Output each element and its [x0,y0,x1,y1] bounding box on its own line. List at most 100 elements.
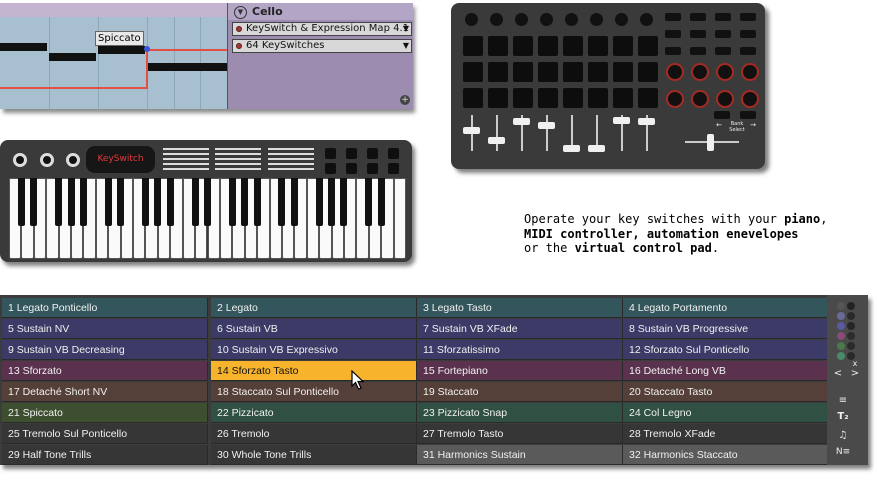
black-key[interactable] [377,178,385,226]
keyswitch-cell[interactable]: 27 Tremolo Tasto [417,424,623,444]
small-button[interactable] [665,13,681,21]
pad-button[interactable] [513,88,533,108]
pad-button[interactable] [488,88,508,108]
pad-button[interactable] [588,62,608,82]
keyswitch-cell[interactable]: 10 Sustain VB Expressivo [211,340,417,360]
color-swatch[interactable] [837,312,845,320]
drum-pad[interactable] [388,148,399,159]
encoder-knob[interactable] [716,63,734,81]
color-swatch[interactable] [837,332,845,340]
keyswitch-cell[interactable]: 13 Sforzato [2,361,208,381]
pad-button[interactable] [563,62,583,82]
keyswitch-cell[interactable]: 22 Pizzicato [211,403,417,423]
keyswitch-cell[interactable]: 18 Staccato Sul Ponticello [211,382,417,402]
black-key[interactable] [253,178,261,226]
small-button[interactable] [740,47,756,55]
pad-button[interactable] [563,36,583,56]
black-key[interactable] [67,178,75,226]
automation-line[interactable] [146,49,227,51]
keyswitch-cell[interactable]: 23 Pizzicato Snap [417,403,623,423]
add-icon[interactable]: + [400,95,410,105]
fader-handle[interactable] [513,118,530,125]
keyswitch-cell[interactable]: 9 Sustain VB Decreasing [2,340,208,360]
small-button[interactable] [715,30,731,38]
knob[interactable] [490,13,503,26]
pad-button[interactable] [488,36,508,56]
drum-pad[interactable] [346,163,357,174]
small-button[interactable] [690,47,706,55]
pad-button[interactable] [638,88,658,108]
crossfader-handle[interactable] [707,134,714,151]
chevron-down-icon[interactable]: ▼ [234,6,247,19]
drum-pad[interactable] [346,148,357,159]
color-swatch[interactable] [847,312,855,320]
pad-button[interactable] [563,88,583,108]
small-button[interactable] [714,111,730,119]
list-icon[interactable]: ≡ [835,395,851,407]
midi-note[interactable] [98,46,145,54]
color-swatch[interactable] [837,302,845,310]
black-key[interactable] [166,178,174,226]
pad-button[interactable] [463,88,483,108]
keyswitch-cell[interactable]: 14 Sforzato Tasto [211,361,417,381]
knob[interactable] [590,13,603,26]
small-button[interactable] [715,13,731,21]
black-key[interactable] [141,178,149,226]
pad-button[interactable] [463,62,483,82]
encoder-knob[interactable] [741,63,759,81]
small-button[interactable] [665,47,681,55]
keyswitch-cell[interactable]: 24 Col Legno [623,403,829,423]
fader-handle[interactable] [563,145,580,152]
keyswitch-cell[interactable]: 6 Sustain VB [211,319,417,339]
encoder-knob[interactable] [691,63,709,81]
small-button[interactable] [665,30,681,38]
keyswitch-cell[interactable]: 32 Harmonics Staccato [623,445,829,465]
knob[interactable] [515,13,528,26]
small-button[interactable] [690,30,706,38]
keyswitch-cell[interactable]: 29 Half Tone Trills [2,445,208,465]
keyswitch-cell[interactable]: 4 Legato Portamento [623,298,829,318]
pad-button[interactable] [613,36,633,56]
keyswitch-cell[interactable]: 8 Sustain VB Progressive [623,319,829,339]
expression-map-select[interactable]: KeySwitch & Expression Map 4.1 ▼ [232,22,412,36]
black-key[interactable] [278,178,286,226]
text-size-icon[interactable]: T₂ [835,411,851,423]
pad-button[interactable] [538,36,558,56]
black-key[interactable] [154,178,162,226]
color-swatch[interactable] [847,332,855,340]
fader-handle[interactable] [463,127,480,134]
keyswitch-cell[interactable]: 16 Detaché Long VB [623,361,829,381]
fader-handle[interactable] [588,145,605,152]
black-key[interactable] [79,178,87,226]
black-key[interactable] [228,178,236,226]
midi-note[interactable] [147,63,227,71]
encoder-knob[interactable] [666,63,684,81]
black-key[interactable] [55,178,63,226]
encoder-knob[interactable] [741,90,759,108]
keyswitch-cell[interactable]: 12 Sforzato Sul Ponticello [623,340,829,360]
pad-button[interactable] [513,36,533,56]
keyswitch-count-select[interactable]: 64 KeySwitches ▼ [232,39,412,53]
color-swatch[interactable] [837,322,845,330]
knob[interactable] [615,13,628,26]
note-list-icon[interactable]: N≡ [835,446,851,458]
keyswitch-cell[interactable]: 1 Legato Ponticello [2,298,208,318]
white-key[interactable] [393,178,406,259]
keyswitch-cell[interactable]: 28 Tremolo XFade [623,424,829,444]
keyswitch-cell[interactable]: 11 Sforzatissimo [417,340,623,360]
keyswitch-cell[interactable]: 17 Detaché Short NV [2,382,208,402]
encoder-knob[interactable] [666,90,684,108]
black-key[interactable] [17,178,25,226]
fader-group[interactable] [163,148,209,172]
fader-handle[interactable] [613,117,630,124]
pad-button[interactable] [463,36,483,56]
pad-button[interactable] [538,88,558,108]
knob[interactable] [66,153,80,167]
fader-handle[interactable] [538,122,555,129]
pad-button[interactable] [513,62,533,82]
fader-group[interactable] [268,148,314,172]
fader-handle[interactable] [638,118,655,125]
black-key[interactable] [315,178,323,226]
small-button[interactable] [715,47,731,55]
small-button[interactable] [690,13,706,21]
